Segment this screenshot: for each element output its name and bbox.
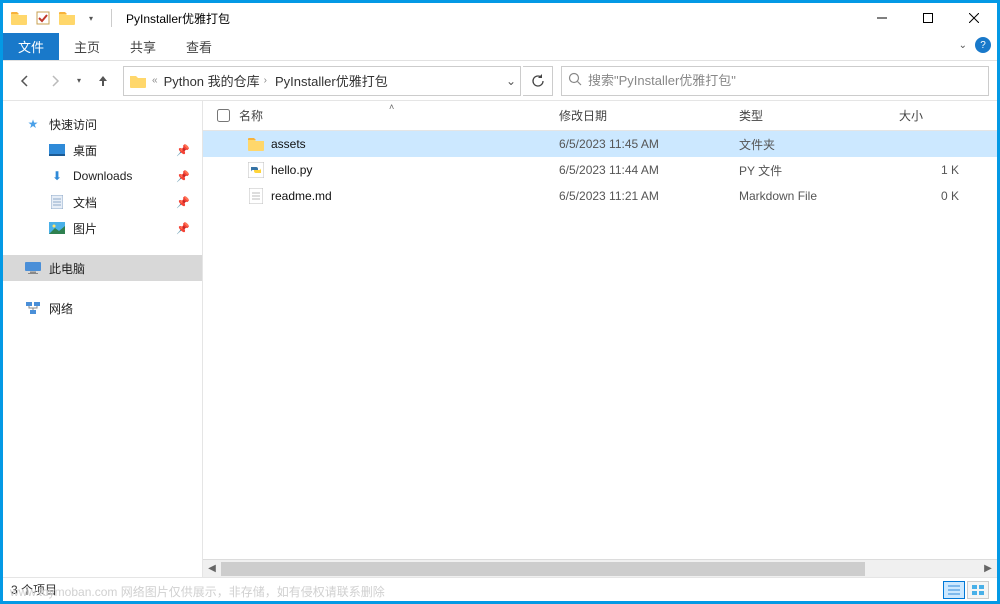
- file-rows: assets 6/5/2023 11:45 AM文件夹 hello.py 6/5/20…: [203, 131, 997, 559]
- tab-view[interactable]: 查看: [171, 33, 227, 60]
- table-row[interactable]: hello.py 6/5/2023 11:44 AMPY 文件1 K: [203, 157, 997, 183]
- sidebar-item-label: 图片: [73, 220, 97, 237]
- breadcrumb-dropdown-icon[interactable]: ⌄: [506, 74, 516, 88]
- breadcrumb[interactable]: « Python 我的仓库 › PyInstaller优雅打包 ⌄: [123, 66, 521, 96]
- search-box[interactable]: [561, 66, 989, 96]
- body: ★ 快速访问 桌面 📌 ⬇ Downloads 📌 文档 📌 图片: [3, 101, 997, 577]
- column-type[interactable]: 类型: [739, 107, 899, 124]
- scroll-left-icon[interactable]: ◀: [203, 560, 221, 578]
- app-folder-icon: [9, 8, 29, 28]
- breadcrumb-segment[interactable]: PyInstaller优雅打包: [273, 71, 390, 90]
- file-name: readme.md: [271, 189, 332, 203]
- file-tab[interactable]: 文件: [3, 33, 59, 60]
- pin-icon: 📌: [176, 196, 190, 209]
- ribbon: 文件 主页 共享 查看 ⌄ ?: [3, 33, 997, 61]
- pin-icon: 📌: [176, 170, 190, 183]
- sidebar-item-pictures[interactable]: 图片 📌: [3, 215, 202, 241]
- file-type: 文件夹: [739, 136, 899, 153]
- document-icon: [49, 194, 65, 210]
- file-icon: [247, 161, 265, 179]
- view-thumbnails-button[interactable]: [967, 581, 989, 599]
- file-size: 1 K: [899, 163, 959, 177]
- sort-asc-icon: ˄: [389, 102, 394, 112]
- minimize-button[interactable]: [859, 3, 905, 33]
- qat-dropdown-icon[interactable]: ▾: [81, 8, 101, 28]
- file-icon: [247, 187, 265, 205]
- pc-icon: [25, 260, 41, 276]
- download-icon: ⬇: [49, 168, 65, 184]
- column-headers: 名称 ˄ 修改日期 类型 大小: [203, 101, 997, 131]
- window-title: PyInstaller优雅打包: [126, 10, 230, 27]
- help-icon[interactable]: ?: [975, 37, 991, 53]
- file-type: Markdown File: [739, 189, 899, 203]
- file-type: PY 文件: [739, 162, 899, 179]
- sidebar-item-label: 快速访问: [49, 116, 97, 133]
- maximize-button[interactable]: [905, 3, 951, 33]
- picture-icon: [49, 220, 65, 236]
- sidebar-item-label: 桌面: [73, 142, 97, 159]
- breadcrumb-folder-icon: [128, 71, 148, 91]
- refresh-button[interactable]: [523, 66, 553, 96]
- nav-row: ▾ « Python 我的仓库 › PyInstaller优雅打包 ⌄: [3, 61, 997, 101]
- select-all-checkbox[interactable]: [217, 109, 230, 122]
- table-row[interactable]: assets 6/5/2023 11:45 AM文件夹: [203, 131, 997, 157]
- sidebar-item-label: Downloads: [73, 169, 132, 183]
- forward-button[interactable]: [41, 67, 69, 95]
- tab-home[interactable]: 主页: [59, 33, 115, 60]
- close-button[interactable]: [951, 3, 997, 33]
- sidebar-item-documents[interactable]: 文档 📌: [3, 189, 202, 215]
- sidebar-item-label: 此电脑: [49, 260, 85, 277]
- back-button[interactable]: [11, 67, 39, 95]
- qat-folder-icon[interactable]: [57, 8, 77, 28]
- desktop-icon: [49, 142, 65, 158]
- horizontal-scrollbar[interactable]: ◀ ▶: [203, 559, 997, 577]
- explorer-window: ▾ PyInstaller优雅打包 文件 主页 共享 查看 ⌄ ?: [0, 0, 1000, 604]
- sidebar: ★ 快速访问 桌面 📌 ⬇ Downloads 📌 文档 📌 图片: [3, 101, 203, 577]
- scroll-right-icon[interactable]: ▶: [979, 560, 997, 578]
- title-bar: ▾ PyInstaller优雅打包: [3, 3, 997, 33]
- search-input[interactable]: [588, 73, 982, 88]
- sidebar-item-label: 文档: [73, 194, 97, 211]
- chevron-left-icon[interactable]: «: [152, 75, 158, 86]
- item-count: 3 个项目: [11, 581, 57, 598]
- qat-check-icon[interactable]: [33, 8, 53, 28]
- recent-dropdown[interactable]: ▾: [71, 67, 87, 95]
- pin-icon: 📌: [176, 222, 190, 235]
- sidebar-network[interactable]: 网络: [3, 295, 202, 321]
- column-size[interactable]: 大小: [899, 107, 959, 124]
- file-size: 0 K: [899, 189, 959, 203]
- network-icon: [25, 300, 41, 316]
- search-icon: [568, 72, 582, 89]
- column-name[interactable]: 名称 ˄: [239, 107, 559, 124]
- ribbon-expand-icon[interactable]: ⌄: [959, 40, 967, 51]
- scroll-thumb[interactable]: [221, 562, 865, 576]
- star-icon: ★: [25, 116, 41, 132]
- sidebar-this-pc[interactable]: 此电脑: [3, 255, 202, 281]
- view-details-button[interactable]: [943, 581, 965, 599]
- table-row[interactable]: readme.md 6/5/2023 11:21 AMMarkdown File0…: [203, 183, 997, 209]
- up-button[interactable]: [89, 67, 117, 95]
- file-date: 6/5/2023 11:21 AM: [559, 189, 739, 203]
- column-date[interactable]: 修改日期: [559, 107, 739, 124]
- sidebar-quick-access[interactable]: ★ 快速访问: [3, 111, 202, 137]
- sidebar-item-label: 网络: [49, 300, 73, 317]
- tab-share[interactable]: 共享: [115, 33, 171, 60]
- file-date: 6/5/2023 11:44 AM: [559, 163, 739, 177]
- file-icon: [247, 135, 265, 153]
- file-pane: 名称 ˄ 修改日期 类型 大小 assets 6/5/2023 11:45 AM文…: [203, 101, 997, 577]
- pin-icon: 📌: [176, 144, 190, 157]
- file-date: 6/5/2023 11:45 AM: [559, 137, 739, 151]
- chevron-right-icon: ›: [264, 75, 267, 86]
- file-name: hello.py: [271, 163, 312, 177]
- file-name: assets: [271, 137, 306, 151]
- sidebar-item-desktop[interactable]: 桌面 📌: [3, 137, 202, 163]
- status-bar: 3 个项目: [3, 577, 997, 601]
- breadcrumb-segment[interactable]: Python 我的仓库 ›: [162, 71, 269, 90]
- sidebar-item-downloads[interactable]: ⬇ Downloads 📌: [3, 163, 202, 189]
